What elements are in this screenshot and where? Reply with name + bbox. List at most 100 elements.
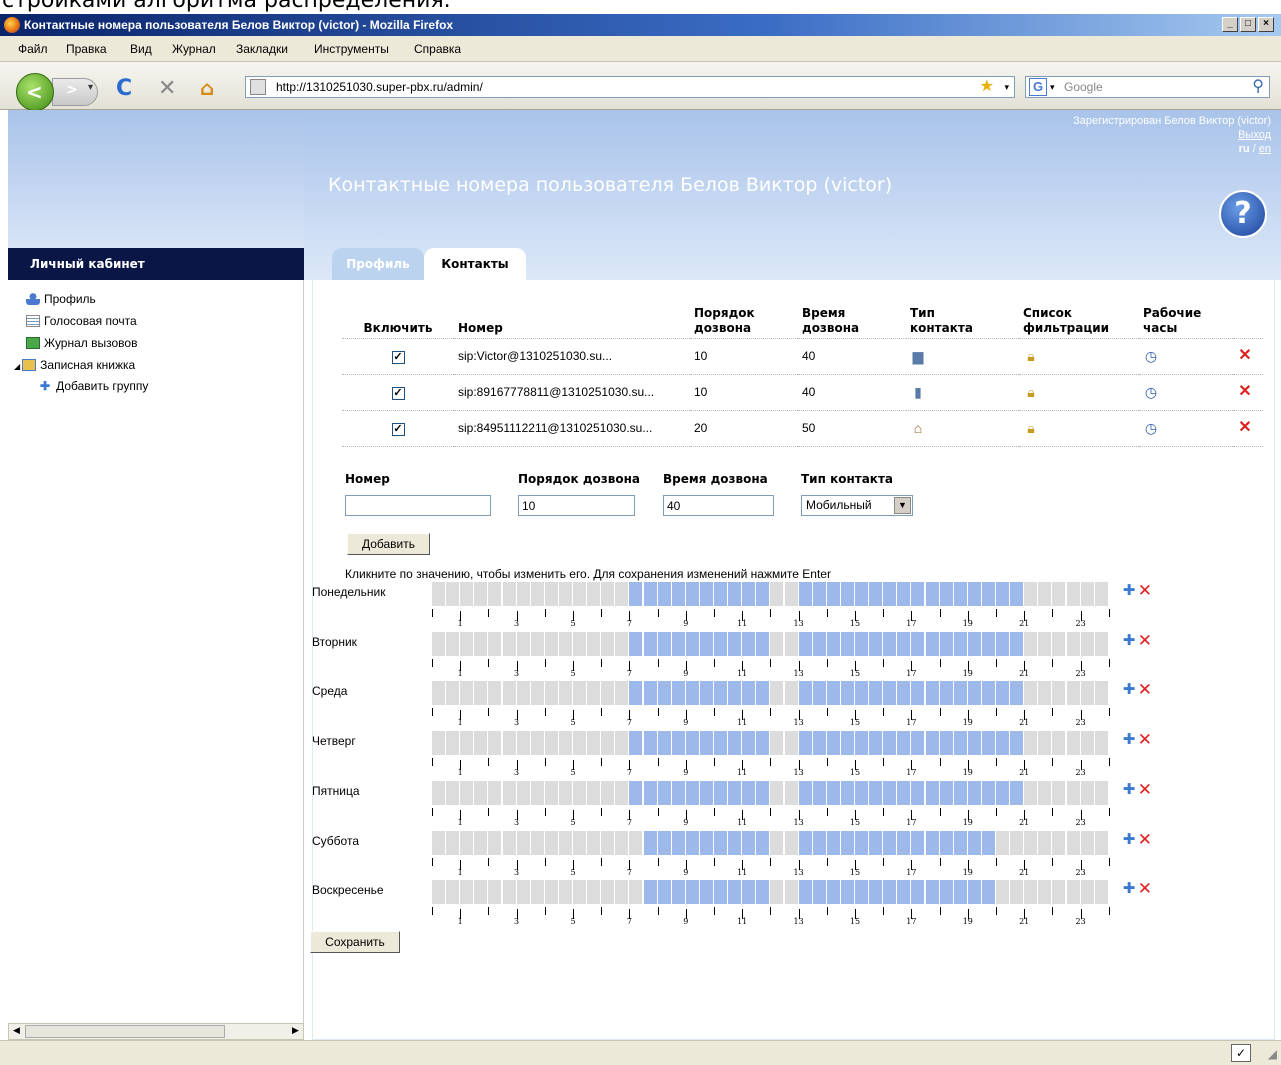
time-slot-active[interactable] <box>897 681 911 706</box>
time-slot-active[interactable] <box>756 631 770 656</box>
time-slot[interactable] <box>784 830 798 855</box>
time-slot[interactable] <box>1024 880 1038 905</box>
time-slot[interactable] <box>1038 830 1052 855</box>
time-slot[interactable] <box>601 731 615 756</box>
time-slot[interactable] <box>601 582 615 606</box>
time-slot[interactable] <box>502 880 516 905</box>
time-slot-active[interactable] <box>826 780 840 805</box>
time-slot-active[interactable] <box>953 631 967 656</box>
logout-link[interactable]: Выход <box>1073 128 1271 142</box>
time-slot[interactable] <box>516 830 530 855</box>
time-slot[interactable] <box>432 830 445 855</box>
time-slot[interactable] <box>544 731 558 756</box>
time-slot-active[interactable] <box>883 582 897 606</box>
menu-history[interactable]: Журнал <box>172 42 216 56</box>
time-slot-active[interactable] <box>629 631 643 656</box>
time-slot-active[interactable] <box>671 582 685 606</box>
time-slot[interactable] <box>502 830 516 855</box>
time-slot[interactable] <box>601 880 615 905</box>
time-slot[interactable] <box>1094 582 1108 606</box>
clock-icon[interactable]: ◷ <box>1143 348 1159 364</box>
time-slot-active[interactable] <box>953 731 967 756</box>
time-slot[interactable] <box>558 780 572 805</box>
time-slot[interactable] <box>558 631 572 656</box>
time-slot-active[interactable] <box>728 631 742 656</box>
time-slot-active[interactable] <box>826 880 840 905</box>
time-slot-active[interactable] <box>629 681 643 706</box>
enable-checkbox[interactable]: ✓ <box>391 350 405 364</box>
time-slot[interactable] <box>474 631 488 656</box>
time-slot[interactable] <box>770 631 784 656</box>
time-slot-active[interactable] <box>981 631 995 656</box>
time-slot[interactable] <box>770 681 784 706</box>
time-slot-active[interactable] <box>925 582 939 606</box>
time-slot[interactable] <box>488 780 502 805</box>
time-slot-active[interactable] <box>742 830 756 855</box>
time-slot[interactable] <box>784 681 798 706</box>
time-slot-active[interactable] <box>798 582 812 606</box>
add-interval-icon[interactable]: ✚ <box>1123 780 1136 798</box>
time-slot[interactable] <box>474 780 488 805</box>
time-slot[interactable] <box>1094 780 1108 805</box>
menu-edit[interactable]: Правка <box>66 42 107 56</box>
time-slot[interactable] <box>573 731 586 756</box>
delete-icon[interactable]: ✕ <box>1237 420 1253 436</box>
time-slot-active[interactable] <box>714 780 727 805</box>
time-slot-active[interactable] <box>939 582 953 606</box>
add-interval-icon[interactable]: ✚ <box>1123 730 1136 748</box>
dial-order[interactable]: 10 <box>690 374 798 411</box>
time-slot[interactable] <box>530 780 544 805</box>
time-slot[interactable] <box>488 731 502 756</box>
menu-file[interactable]: Файл <box>18 42 48 56</box>
time-slot-active[interactable] <box>939 830 953 855</box>
time-slot[interactable] <box>1038 780 1052 805</box>
time-slot[interactable] <box>544 830 558 855</box>
time-slot-active[interactable] <box>996 731 1009 756</box>
menu-view[interactable]: Вид <box>130 42 152 56</box>
time-slot[interactable] <box>1052 631 1066 656</box>
contact-number[interactable]: sip:84951112211@1310251030.su... <box>454 410 690 447</box>
time-slot[interactable] <box>432 880 445 905</box>
time-slot-active[interactable] <box>714 731 727 756</box>
minimize-button[interactable]: _ <box>1222 17 1238 32</box>
time-slot[interactable] <box>784 582 798 606</box>
time-slot-active[interactable] <box>855 681 868 706</box>
time-slot[interactable] <box>587 681 601 706</box>
time-slot[interactable] <box>1066 631 1080 656</box>
time-slot-active[interactable] <box>685 880 699 905</box>
time-slot-active[interactable] <box>798 731 812 756</box>
time-slot[interactable] <box>1010 830 1024 855</box>
time-slot-active[interactable] <box>685 731 699 756</box>
time-slot[interactable] <box>1038 582 1052 606</box>
time-slot[interactable] <box>601 830 615 855</box>
time-slot-active[interactable] <box>657 830 671 855</box>
time-slot-active[interactable] <box>883 631 897 656</box>
time-slot[interactable] <box>1066 582 1080 606</box>
time-slot-active[interactable] <box>798 880 812 905</box>
order-input[interactable] <box>518 495 635 516</box>
time-slot[interactable] <box>474 880 488 905</box>
add-interval-icon[interactable]: ✚ <box>1123 830 1136 848</box>
time-slot-active[interactable] <box>742 582 756 606</box>
contact-number[interactable]: sip:Victor@1310251030.su... <box>454 338 690 375</box>
time-slot-active[interactable] <box>996 582 1009 606</box>
time-slot-active[interactable] <box>643 780 657 805</box>
time-slot-active[interactable] <box>897 582 911 606</box>
add-interval-icon[interactable]: ✚ <box>1123 680 1136 698</box>
time-slot[interactable] <box>488 681 502 706</box>
dial-order[interactable]: 10 <box>690 338 798 375</box>
time-slot-active[interactable] <box>840 830 854 855</box>
time-slot-active[interactable] <box>855 731 868 756</box>
time-slot[interactable] <box>1038 731 1052 756</box>
time-slot[interactable] <box>446 631 460 656</box>
status-icon[interactable]: ✓ <box>1231 1044 1251 1062</box>
time-slot-active[interactable] <box>996 631 1009 656</box>
tab-profile[interactable]: Профиль <box>332 248 424 280</box>
time-slot[interactable] <box>1052 582 1066 606</box>
time-slot-active[interactable] <box>728 830 742 855</box>
time-slot-active[interactable] <box>699 880 713 905</box>
time-slot[interactable] <box>770 582 784 606</box>
time-slot[interactable] <box>1038 880 1052 905</box>
time-slot[interactable] <box>530 830 544 855</box>
time-slot[interactable] <box>587 582 601 606</box>
